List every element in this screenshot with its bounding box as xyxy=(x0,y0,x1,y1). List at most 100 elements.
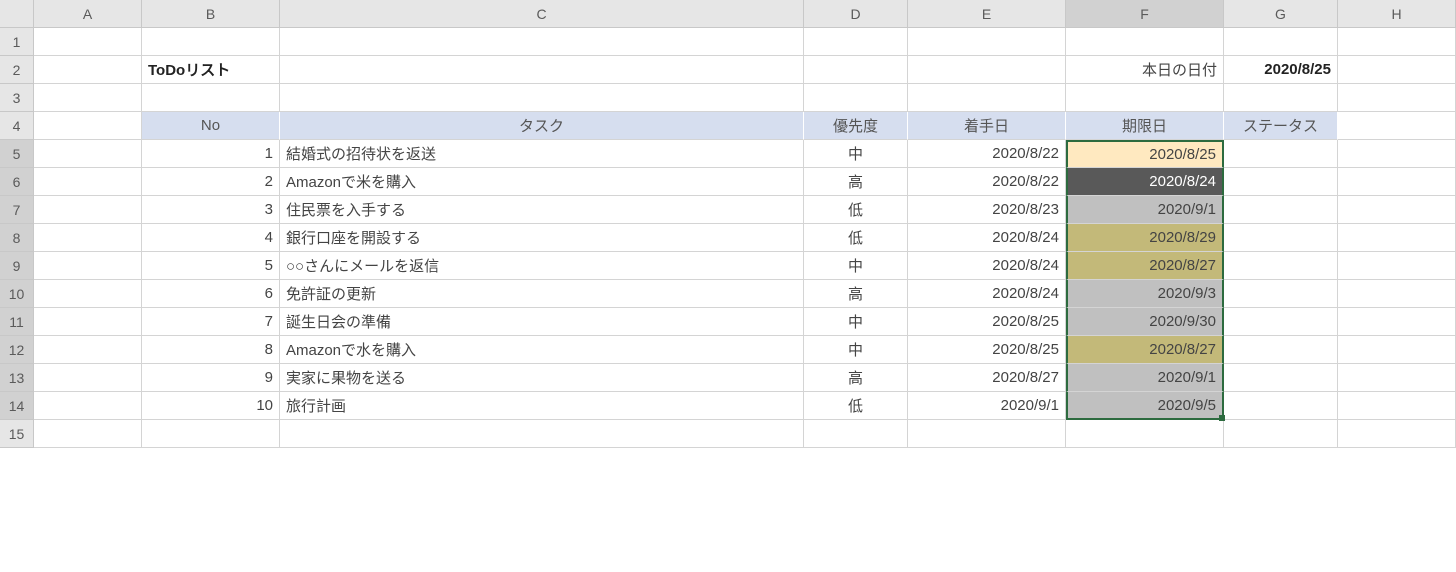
data-due[interactable]: 2020/9/5 xyxy=(1066,392,1224,420)
cell-A12[interactable] xyxy=(34,336,142,364)
cell-C2[interactable] xyxy=(280,56,804,84)
data-due[interactable]: 2020/8/24 xyxy=(1066,168,1224,196)
row-header-4[interactable]: 4 xyxy=(0,112,34,140)
data-task[interactable]: 旅行計画 xyxy=(280,392,804,420)
cell-G3[interactable] xyxy=(1224,84,1338,112)
cell-H13[interactable] xyxy=(1338,364,1456,392)
column-header-F[interactable]: F xyxy=(1066,0,1224,28)
cell-E3[interactable] xyxy=(908,84,1066,112)
cell-H8[interactable] xyxy=(1338,224,1456,252)
data-priority[interactable]: 中 xyxy=(804,336,908,364)
data-priority[interactable]: 中 xyxy=(804,252,908,280)
cell-A3[interactable] xyxy=(34,84,142,112)
data-start[interactable]: 2020/8/22 xyxy=(908,140,1066,168)
column-header-A[interactable]: A xyxy=(34,0,142,28)
cell-H2[interactable] xyxy=(1338,56,1456,84)
cell-H5[interactable] xyxy=(1338,140,1456,168)
data-status[interactable] xyxy=(1224,336,1338,364)
today-label[interactable]: 本日の日付 xyxy=(1066,56,1224,84)
cell-E15[interactable] xyxy=(908,420,1066,448)
cell-A5[interactable] xyxy=(34,140,142,168)
data-no[interactable]: 3 xyxy=(142,196,280,224)
data-due[interactable]: 2020/8/29 xyxy=(1066,224,1224,252)
data-priority[interactable]: 低 xyxy=(804,196,908,224)
data-priority[interactable]: 高 xyxy=(804,280,908,308)
cell-A15[interactable] xyxy=(34,420,142,448)
cell-E2[interactable] xyxy=(908,56,1066,84)
data-status[interactable] xyxy=(1224,140,1338,168)
row-header-11[interactable]: 11 xyxy=(0,308,34,336)
cell-A13[interactable] xyxy=(34,364,142,392)
cell-H4[interactable] xyxy=(1338,112,1456,140)
header-due[interactable]: 期限日 xyxy=(1066,112,1224,140)
data-priority[interactable]: 中 xyxy=(804,308,908,336)
cell-A8[interactable] xyxy=(34,224,142,252)
data-no[interactable]: 1 xyxy=(142,140,280,168)
data-no[interactable]: 10 xyxy=(142,392,280,420)
data-status[interactable] xyxy=(1224,168,1338,196)
data-start[interactable]: 2020/9/1 xyxy=(908,392,1066,420)
column-header-C[interactable]: C xyxy=(280,0,804,28)
data-task[interactable]: 銀行口座を開設する xyxy=(280,224,804,252)
cell-C1[interactable] xyxy=(280,28,804,56)
header-task[interactable]: タスク xyxy=(280,112,804,140)
cell-H3[interactable] xyxy=(1338,84,1456,112)
cell-A6[interactable] xyxy=(34,168,142,196)
cell-H6[interactable] xyxy=(1338,168,1456,196)
cell-G15[interactable] xyxy=(1224,420,1338,448)
data-task[interactable]: 免許証の更新 xyxy=(280,280,804,308)
data-status[interactable] xyxy=(1224,364,1338,392)
data-status[interactable] xyxy=(1224,392,1338,420)
cell-A1[interactable] xyxy=(34,28,142,56)
cell-A11[interactable] xyxy=(34,308,142,336)
column-header-G[interactable]: G xyxy=(1224,0,1338,28)
column-header-H[interactable]: H xyxy=(1338,0,1456,28)
data-due[interactable]: 2020/9/30 xyxy=(1066,308,1224,336)
data-start[interactable]: 2020/8/27 xyxy=(908,364,1066,392)
cell-E1[interactable] xyxy=(908,28,1066,56)
cell-H12[interactable] xyxy=(1338,336,1456,364)
data-start[interactable]: 2020/8/24 xyxy=(908,224,1066,252)
data-priority[interactable]: 中 xyxy=(804,140,908,168)
data-no[interactable]: 5 xyxy=(142,252,280,280)
data-due[interactable]: 2020/8/27 xyxy=(1066,252,1224,280)
header-priority[interactable]: 優先度 xyxy=(804,112,908,140)
data-task[interactable]: 誕生日会の準備 xyxy=(280,308,804,336)
data-task[interactable]: ○○さんにメールを返信 xyxy=(280,252,804,280)
data-status[interactable] xyxy=(1224,252,1338,280)
cell-D15[interactable] xyxy=(804,420,908,448)
spreadsheet-grid[interactable]: ABCDEFGH12ToDoリスト本日の日付2020/8/2534Noタスク優先… xyxy=(0,0,1456,448)
row-header-14[interactable]: 14 xyxy=(0,392,34,420)
data-due[interactable]: 2020/9/1 xyxy=(1066,196,1224,224)
data-status[interactable] xyxy=(1224,196,1338,224)
data-priority[interactable]: 高 xyxy=(804,168,908,196)
data-status[interactable] xyxy=(1224,280,1338,308)
row-header-2[interactable]: 2 xyxy=(0,56,34,84)
data-task[interactable]: 結婚式の招待状を返送 xyxy=(280,140,804,168)
cell-F1[interactable] xyxy=(1066,28,1224,56)
data-no[interactable]: 4 xyxy=(142,224,280,252)
data-task[interactable]: Amazonで水を購入 xyxy=(280,336,804,364)
data-start[interactable]: 2020/8/25 xyxy=(908,308,1066,336)
cell-A9[interactable] xyxy=(34,252,142,280)
data-no[interactable]: 9 xyxy=(142,364,280,392)
cell-G1[interactable] xyxy=(1224,28,1338,56)
cell-C15[interactable] xyxy=(280,420,804,448)
fill-handle[interactable] xyxy=(1219,415,1225,421)
cell-B1[interactable] xyxy=(142,28,280,56)
row-header-7[interactable]: 7 xyxy=(0,196,34,224)
cell-H15[interactable] xyxy=(1338,420,1456,448)
data-no[interactable]: 2 xyxy=(142,168,280,196)
cell-A7[interactable] xyxy=(34,196,142,224)
cell-H9[interactable] xyxy=(1338,252,1456,280)
data-start[interactable]: 2020/8/24 xyxy=(908,252,1066,280)
data-start[interactable]: 2020/8/25 xyxy=(908,336,1066,364)
data-no[interactable]: 8 xyxy=(142,336,280,364)
data-no[interactable]: 6 xyxy=(142,280,280,308)
row-header-6[interactable]: 6 xyxy=(0,168,34,196)
cell-B15[interactable] xyxy=(142,420,280,448)
header-status[interactable]: ステータス xyxy=(1224,112,1338,140)
data-priority[interactable]: 高 xyxy=(804,364,908,392)
cell-C3[interactable] xyxy=(280,84,804,112)
data-task[interactable]: 実家に果物を送る xyxy=(280,364,804,392)
